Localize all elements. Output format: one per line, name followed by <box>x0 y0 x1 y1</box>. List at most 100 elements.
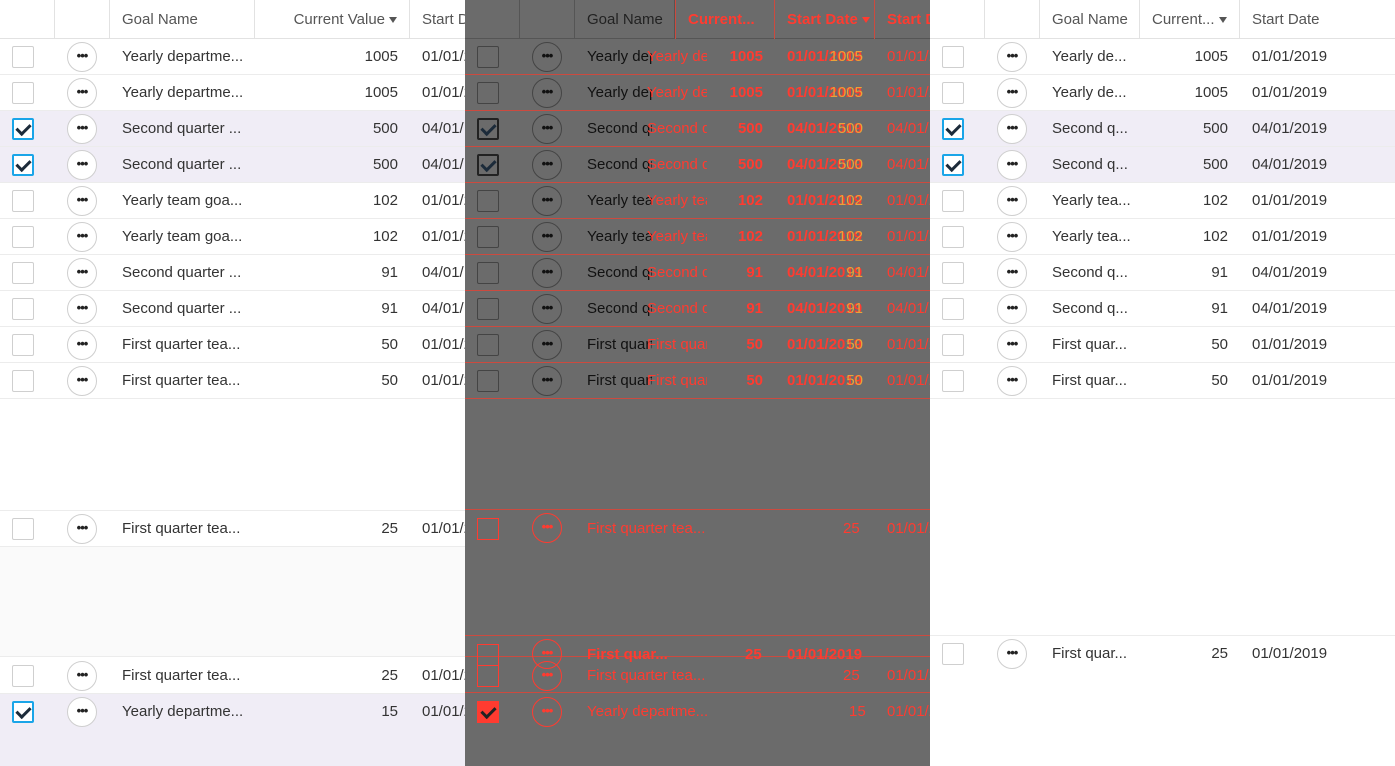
row-checkbox[interactable] <box>477 370 499 392</box>
table-row[interactable]: ••• Second quarter ...Second quarter ... 9… <box>465 291 930 327</box>
table-row[interactable]: ••• Yearly departme... 1005 01/01/2 <box>0 75 465 111</box>
row-checkbox[interactable] <box>477 262 499 284</box>
row-checkbox-checked[interactable] <box>477 118 499 140</box>
row-more-button[interactable]: ••• <box>532 78 562 108</box>
row-more-button[interactable]: ••• <box>532 330 562 360</box>
table-row[interactable]: ••• First quarter tea...First quarter tea… <box>465 327 930 363</box>
row-checkbox[interactable] <box>12 190 34 212</box>
table-row[interactable]: ••• First quar... 50 01/01/2019 <box>930 363 1395 399</box>
row-more-button[interactable]: ••• <box>67 514 97 544</box>
row-more-button[interactable]: ••• <box>532 222 562 252</box>
row-checkbox[interactable] <box>12 226 34 248</box>
row-checkbox[interactable] <box>942 334 964 356</box>
row-checkbox-checked[interactable] <box>12 701 34 723</box>
row-more-button[interactable]: ••• <box>532 258 562 288</box>
row-more-button[interactable]: ••• <box>532 114 562 144</box>
row-more-button[interactable]: ••• <box>997 42 1027 72</box>
table-row[interactable]: ••• Yearly team goa...Yearly team goa... 1… <box>465 183 930 219</box>
row-checkbox-checked[interactable] <box>942 118 964 140</box>
row-checkbox[interactable] <box>12 46 34 68</box>
row-checkbox[interactable] <box>477 298 499 320</box>
row-checkbox[interactable] <box>12 298 34 320</box>
row-checkbox[interactable] <box>477 46 499 68</box>
row-checkbox[interactable] <box>942 262 964 284</box>
row-more-button[interactable]: ••• <box>532 42 562 72</box>
row-more-button[interactable]: ••• <box>997 294 1027 324</box>
table-row[interactable]: ••• Yearly departme...Yearly departme... 1… <box>465 39 930 75</box>
table-row[interactable]: ••• First quarter tea...First quarter tea… <box>465 363 930 399</box>
header-current-value[interactable]: Current... <box>1140 0 1240 39</box>
row-checkbox[interactable] <box>477 334 499 356</box>
table-row[interactable]: ••• First quarter tea... 25 01/01/2 <box>0 510 465 547</box>
row-more-button[interactable]: ••• <box>67 330 97 360</box>
row-more-button[interactable]: ••• <box>532 294 562 324</box>
row-more-button[interactable]: ••• <box>997 222 1027 252</box>
table-row[interactable]: ••• Second q... 500 04/01/2019 <box>930 111 1395 147</box>
row-checkbox[interactable] <box>12 370 34 392</box>
table-row[interactable]: ••• Second q... 91 04/01/2019 <box>930 255 1395 291</box>
table-row[interactable]: ••• First quar... 25 01/01/2019 <box>930 636 1395 672</box>
row-checkbox[interactable] <box>477 190 499 212</box>
header-select-column[interactable] <box>0 0 55 39</box>
table-row[interactable]: ••• Second quarter ...Second quarter ... 5… <box>465 111 930 147</box>
header-start-date[interactable]: Start Date <box>1240 0 1395 39</box>
table-row[interactable]: ••• Second q... 500 04/01/2019 <box>930 147 1395 183</box>
row-checkbox[interactable] <box>477 82 499 104</box>
table-row[interactable]: ••• Yearly departme... 15 01/01/2 <box>0 694 465 730</box>
row-more-button[interactable]: ••• <box>997 150 1027 180</box>
row-checkbox[interactable] <box>12 82 34 104</box>
row-checkbox[interactable] <box>12 518 34 540</box>
table-row[interactable]: ••• Yearly tea... 102 01/01/2019 <box>930 183 1395 219</box>
row-more-button[interactable]: ••• <box>67 150 97 180</box>
header-current-value[interactable]: Current Value <box>255 0 410 39</box>
row-checkbox[interactable] <box>942 226 964 248</box>
row-more-button[interactable]: ••• <box>67 222 97 252</box>
row-checkbox-checked[interactable] <box>12 118 34 140</box>
row-more-button[interactable]: ••• <box>67 258 97 288</box>
table-row[interactable]: ••• Yearly departme...Yearly departme... 1… <box>465 75 930 111</box>
row-more-button[interactable]: ••• <box>997 366 1027 396</box>
row-more-button[interactable]: ••• <box>532 186 562 216</box>
row-checkbox[interactable] <box>12 334 34 356</box>
header-select-column[interactable] <box>930 0 985 39</box>
table-row[interactable]: ••• Yearly team goa... 102 01/01/2 <box>0 183 465 219</box>
row-more-button[interactable]: ••• <box>532 150 562 180</box>
row-more-button[interactable]: ••• <box>997 114 1027 144</box>
table-row[interactable]: ••• First quarter tea... 50 01/01/2 <box>0 327 465 363</box>
row-more-button[interactable]: ••• <box>997 258 1027 288</box>
row-more-button[interactable]: ••• <box>67 697 97 727</box>
row-checkbox[interactable] <box>942 298 964 320</box>
row-more-button[interactable]: ••• <box>997 78 1027 108</box>
row-checkbox[interactable] <box>12 262 34 284</box>
header-start-date[interactable]: Start D <box>410 0 465 39</box>
row-checkbox[interactable] <box>942 190 964 212</box>
row-more-button[interactable]: ••• <box>67 42 97 72</box>
row-more-button[interactable]: ••• <box>997 639 1027 669</box>
row-checkbox-checked[interactable] <box>477 154 499 176</box>
table-row[interactable]: ••• First quarter tea... 50 01/01/2 <box>0 363 465 399</box>
row-checkbox[interactable] <box>477 226 499 248</box>
header-goal-name[interactable]: Goal Name <box>110 0 255 39</box>
row-more-button[interactable]: ••• <box>67 78 97 108</box>
table-row[interactable]: ••• First quar... 50 01/01/2019 <box>930 327 1395 363</box>
table-row[interactable]: ••• Second quarter ...Second quarter ... 9… <box>465 255 930 291</box>
row-checkbox[interactable] <box>942 643 964 665</box>
row-checkbox-checked[interactable] <box>12 154 34 176</box>
table-row[interactable]: ••• Yearly tea... 102 01/01/2019 <box>930 219 1395 255</box>
table-row[interactable]: ••• Second quarter ...Second quarter ... 5… <box>465 147 930 183</box>
header-goal-name[interactable]: Goal Name <box>1040 0 1140 39</box>
row-more-button[interactable]: ••• <box>532 366 562 396</box>
row-more-button[interactable]: ••• <box>67 661 97 691</box>
table-row[interactable]: ••• Yearly departme... 1005 01/01/2 <box>0 39 465 75</box>
row-checkbox[interactable] <box>942 82 964 104</box>
row-checkbox-checked[interactable] <box>942 154 964 176</box>
header-goal-name[interactable]: Goal Name <box>575 0 675 39</box>
table-row[interactable]: ••• Yearly team goa...Yearly team goa... 1… <box>465 219 930 255</box>
table-row[interactable]: ••• Second quarter ... 500 04/01/ <box>0 147 465 183</box>
row-more-button[interactable]: ••• <box>997 186 1027 216</box>
row-more-button[interactable]: ••• <box>67 366 97 396</box>
table-row[interactable]: ••• Second q... 91 04/01/2019 <box>930 291 1395 327</box>
row-checkbox[interactable] <box>12 665 34 687</box>
row-more-button[interactable]: ••• <box>67 186 97 216</box>
row-checkbox[interactable] <box>942 370 964 392</box>
